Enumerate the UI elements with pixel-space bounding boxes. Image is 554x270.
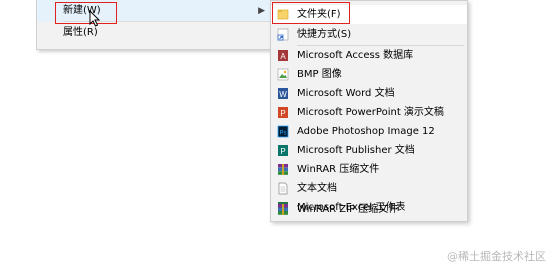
photoshop-icon: Ps [277,125,289,138]
submenu-item-shortcut[interactable]: 快捷方式(S) [271,25,467,44]
submenu-item-label: Microsoft PowerPoint 演示文稿 [297,107,444,118]
menu-item-new[interactable]: 新建(W) ▶ [37,0,273,22]
submenu-item-text-document[interactable]: 文本文档 [271,179,467,198]
submenu-item-label: Adobe Photoshop Image 12 [297,126,435,137]
winrar-icon [278,164,288,175]
mouse-cursor-icon [89,10,101,27]
submenu-item-photoshop[interactable]: Ps Adobe Photoshop Image 12 [271,122,467,141]
submenu-arrow-icon: ▶ [258,6,265,16]
submenu-item-label: WinRAR 压缩文件 [297,164,380,175]
submenu-item-label: Microsoft Access 数据库 [297,50,414,61]
svg-text:P: P [280,109,285,118]
shortcut-icon [277,28,289,41]
submenu-item-label: Microsoft Word 文档 [297,88,395,99]
submenu-item-word[interactable]: W Microsoft Word 文档 [271,84,467,103]
submenu-item-label: BMP 图像 [297,69,342,80]
text-document-icon [278,182,288,195]
folder-icon [277,9,289,20]
access-icon: A [278,50,288,61]
submenu-item-bmp[interactable]: BMP 图像 [271,65,467,84]
submenu-item-access[interactable]: A Microsoft Access 数据库 [271,46,467,65]
submenu-item-powerpoint[interactable]: P Microsoft PowerPoint 演示文稿 [271,103,467,122]
submenu-item-label: 文件夹(F) [297,9,341,20]
submenu-item-label: 文本文档 [297,183,337,194]
submenu-item-label: 快捷方式(S) [297,29,352,40]
submenu-item-publisher[interactable]: P Microsoft Publisher 文档 [271,141,467,160]
menu-item-properties[interactable]: 属性(R) [37,22,273,44]
svg-text:P: P [280,147,285,156]
submenu-item-winrar[interactable]: WinRAR 压缩文件 [271,160,467,179]
submenu-item-label: WinRAR ZIP 压缩文件 [297,204,399,215]
powerpoint-icon: P [278,107,288,118]
menu-item-properties-label: 属性(R) [63,27,98,38]
word-icon: W [278,88,288,99]
publisher-icon: P [278,145,288,156]
bmp-icon [277,68,289,81]
context-menu: 新建(W) ▶ 属性(R) [36,0,274,50]
submenu-item-winrar-zip[interactable]: WinRAR ZIP 压缩文件 [271,200,467,219]
submenu-item-folder[interactable]: 文件夹(F) [271,5,467,24]
watermark: @稀土掘金技术社区 [447,250,546,263]
submenu-item-label: Microsoft Publisher 文档 [297,145,415,156]
svg-text:A: A [280,52,286,61]
svg-text:Ps: Ps [279,131,286,137]
winrar-zip-icon [278,204,288,215]
svg-text:W: W [279,90,287,99]
new-submenu: 文件夹(F) 快捷方式(S) A Microsoft Access 数据库 BM… [270,0,468,222]
